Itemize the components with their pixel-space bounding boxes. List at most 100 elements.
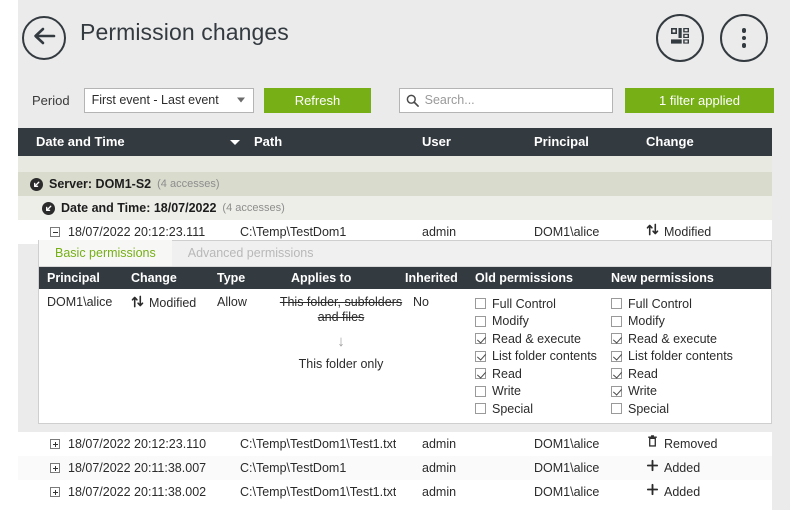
table-row[interactable]: 18/07/2022 20:12:23.110 C:\Temp\TestDom1… [18,432,772,456]
permission-label: Full Control [628,297,692,311]
column-header-user[interactable]: User [422,128,451,156]
detail-column-new-permissions[interactable]: New permissions [611,267,714,289]
row-expand-toggle[interactable] [50,487,60,497]
detail-column-inherited[interactable]: Inherited [405,267,458,289]
cell-datetime: 18/07/2022 20:11:38.007 [68,456,206,480]
checkbox-unchecked-icon[interactable] [611,403,622,414]
column-header-principal[interactable]: Principal [534,128,589,156]
period-label: Period [32,93,70,108]
checkbox-unchecked-icon[interactable] [475,386,486,397]
checkbox-unchecked-icon[interactable] [611,316,622,327]
more-options-button[interactable] [720,14,768,62]
cell-path: C:\Temp\TestDom1 [240,456,346,480]
group-label-date: Date and Time: 18/07/2022 [61,201,216,215]
group-collapse-icon [42,202,55,215]
chevron-down-icon [237,98,245,103]
column-header-date-and-time[interactable]: Date and Time [36,128,125,156]
detail-applies-to-new: This folder only [279,357,403,371]
checkbox-checked-icon[interactable] [611,351,622,362]
report-layout-icon [668,24,692,53]
period-select-value: First event - Last event [85,93,219,107]
permission-item[interactable]: Write [475,383,597,401]
checkbox-unchecked-icon[interactable] [475,316,486,327]
group-row-server[interactable]: Server: DOM1-S2 (4 accesses) [18,172,772,196]
change-label: Added [664,480,700,504]
permission-item[interactable]: List folder contents [475,348,597,366]
filter-toolbar: Period First event - Last event Refresh … [22,76,774,124]
cell-datetime: 18/07/2022 20:11:38.002 [68,480,206,504]
refresh-button[interactable]: Refresh [264,88,370,113]
plus-icon [646,480,659,504]
permission-label: Read [492,367,522,381]
detail-column-principal[interactable]: Principal [47,267,100,289]
modified-arrows-icon [131,295,144,311]
permission-item[interactable]: Modify [475,313,597,331]
back-button[interactable] [22,16,66,60]
detail-principal: DOM1\alice [47,295,112,309]
checkbox-unchecked-icon[interactable] [475,298,486,309]
permission-label: Write [492,384,521,398]
permission-label: Special [628,402,669,416]
permission-item[interactable]: Special [475,400,597,418]
cell-principal: DOM1\alice [534,456,599,480]
column-header-path[interactable]: Path [254,128,282,156]
permission-label: Read [628,367,658,381]
permission-item[interactable]: Read & execute [611,330,733,348]
checkbox-checked-icon[interactable] [475,351,486,362]
grid-header-row: Date and Time Path User Principal Change [18,128,772,156]
row-collapse-toggle[interactable] [50,227,60,237]
sort-descending-icon[interactable] [230,140,240,145]
row-expand-toggle[interactable] [50,439,60,449]
group-row-date[interactable]: Date and Time: 18/07/2022 (4 accesses) [18,196,772,220]
change-label: Added [664,456,700,480]
checkbox-checked-icon[interactable] [611,368,622,379]
permission-label: Modify [492,314,529,328]
permission-detail-panel: Basic permissions Advanced permissions P… [38,240,772,424]
detail-column-type[interactable]: Type [217,267,245,289]
detail-inherited: No [413,295,429,309]
detail-column-applies-to[interactable]: Applies to [291,267,351,289]
row-expand-toggle[interactable] [50,463,60,473]
filter-applied-button[interactable]: 1 filter applied [625,88,774,113]
cell-change: Added [646,456,700,480]
permission-item[interactable]: List folder contents [611,348,733,366]
column-header-change[interactable]: Change [646,128,694,156]
search-box[interactable] [399,88,613,113]
page-title: Permission changes [80,19,289,46]
permission-item[interactable]: Modify [611,313,733,331]
tab-advanced-permissions[interactable]: Advanced permissions [172,240,330,266]
detail-column-old-permissions[interactable]: Old permissions [475,267,573,289]
permission-item[interactable]: Read [611,365,733,383]
old-permissions-list: Full Control Modify Read & execute List … [475,295,597,418]
table-row[interactable]: 18/07/2022 20:11:38.002 C:\Temp\TestDom1… [18,480,772,504]
search-input[interactable] [423,92,601,108]
table-row[interactable]: 18/07/2022 20:11:38.007 C:\Temp\TestDom1… [18,456,772,480]
left-rail [0,0,18,518]
cell-principal: DOM1\alice [534,432,599,456]
permission-item[interactable]: Read [475,365,597,383]
detail-column-change[interactable]: Change [131,267,177,289]
permission-item[interactable]: Read & execute [475,330,597,348]
checkbox-checked-icon[interactable] [611,333,622,344]
permission-item[interactable]: Full Control [611,295,733,313]
checkbox-unchecked-icon[interactable] [611,298,622,309]
cell-change: Removed [646,432,718,456]
detail-change-label: Modified [149,296,196,310]
permission-item[interactable]: Full Control [475,295,597,313]
cell-user: admin [422,456,456,480]
new-permissions-list: Full Control Modify Read & execute List … [611,295,733,418]
permission-item[interactable]: Write [611,383,733,401]
checkbox-unchecked-icon[interactable] [475,403,486,414]
tab-basic-permissions[interactable]: Basic permissions [39,240,172,266]
checkbox-checked-icon[interactable] [475,333,486,344]
checkbox-checked-icon[interactable] [611,386,622,397]
permission-item[interactable]: Special [611,400,733,418]
report-layout-button[interactable] [656,14,704,62]
period-select[interactable]: First event - Last event [84,88,255,113]
change-label: Removed [664,432,718,456]
group-count-date: (4 accesses) [222,202,284,214]
group-label-server: Server: DOM1-S2 [49,177,151,191]
checkbox-checked-icon[interactable] [475,368,486,379]
detail-applies-to-old: This folder, subfolders and files [279,295,403,325]
permission-label: Full Control [492,297,556,311]
